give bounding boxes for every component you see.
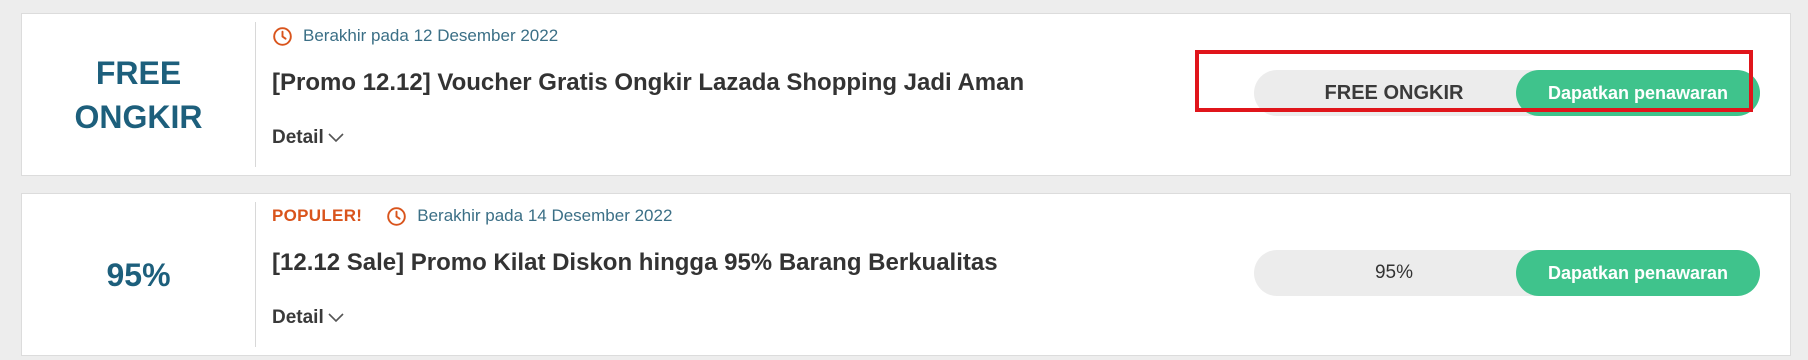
coupon-card: FREE ONGKIR Berakhir pada 12 Desember 20… (21, 13, 1791, 176)
expiry-date: Berakhir pada 14 Desember 2022 (417, 206, 673, 225)
coupon-title[interactable]: [Promo 12.12] Voucher Gratis Ongkir Laza… (272, 67, 1024, 99)
detail-label: Detail (272, 127, 324, 148)
coupon-badge-text: FREE ONGKIR (74, 54, 203, 135)
expiry-date: Berakhir pada 12 Desember 2022 (303, 26, 559, 45)
popular-label: POPULER! (272, 206, 363, 225)
coupon-list: FREE ONGKIR Berakhir pada 12 Desember 20… (0, 0, 1808, 360)
chevron-down-icon (328, 313, 344, 323)
chevron-down-icon (328, 133, 344, 143)
coupon-card: 95% POPULER! Berakhir pada 14 Desember 2… (21, 193, 1791, 356)
detail-toggle[interactable]: Detail (272, 307, 344, 329)
get-offer-button[interactable]: Dapatkan penawaran (1516, 250, 1760, 296)
coupon-badge: FREE ONGKIR (22, 14, 255, 175)
clock-icon (273, 26, 292, 46)
coupon-meta: Berakhir pada 12 Desember 2022 (272, 24, 558, 48)
offer-button-group[interactable]: FREE ONGKIR Dapatkan penawaran (1254, 70, 1760, 116)
detail-toggle[interactable]: Detail (272, 127, 344, 149)
coupon-badge-text: 95% (106, 256, 171, 293)
coupon-code: FREE ONGKIR (1324, 81, 1464, 104)
clock-icon (387, 206, 407, 226)
offer-button-group[interactable]: 95% Dapatkan penawaran (1254, 250, 1760, 296)
divider (255, 202, 256, 347)
coupon-code: 95% (1374, 262, 1414, 283)
coupon-meta: POPULER! Berakhir pada 14 Desember 2022 (272, 204, 672, 228)
coupon-badge: 95% (22, 194, 255, 355)
divider (255, 22, 256, 167)
get-offer-button[interactable]: Dapatkan penawaran (1516, 70, 1760, 116)
detail-label: Detail (272, 307, 324, 328)
coupon-title[interactable]: [12.12 Sale] Promo Kilat Diskon hingga 9… (272, 247, 998, 279)
